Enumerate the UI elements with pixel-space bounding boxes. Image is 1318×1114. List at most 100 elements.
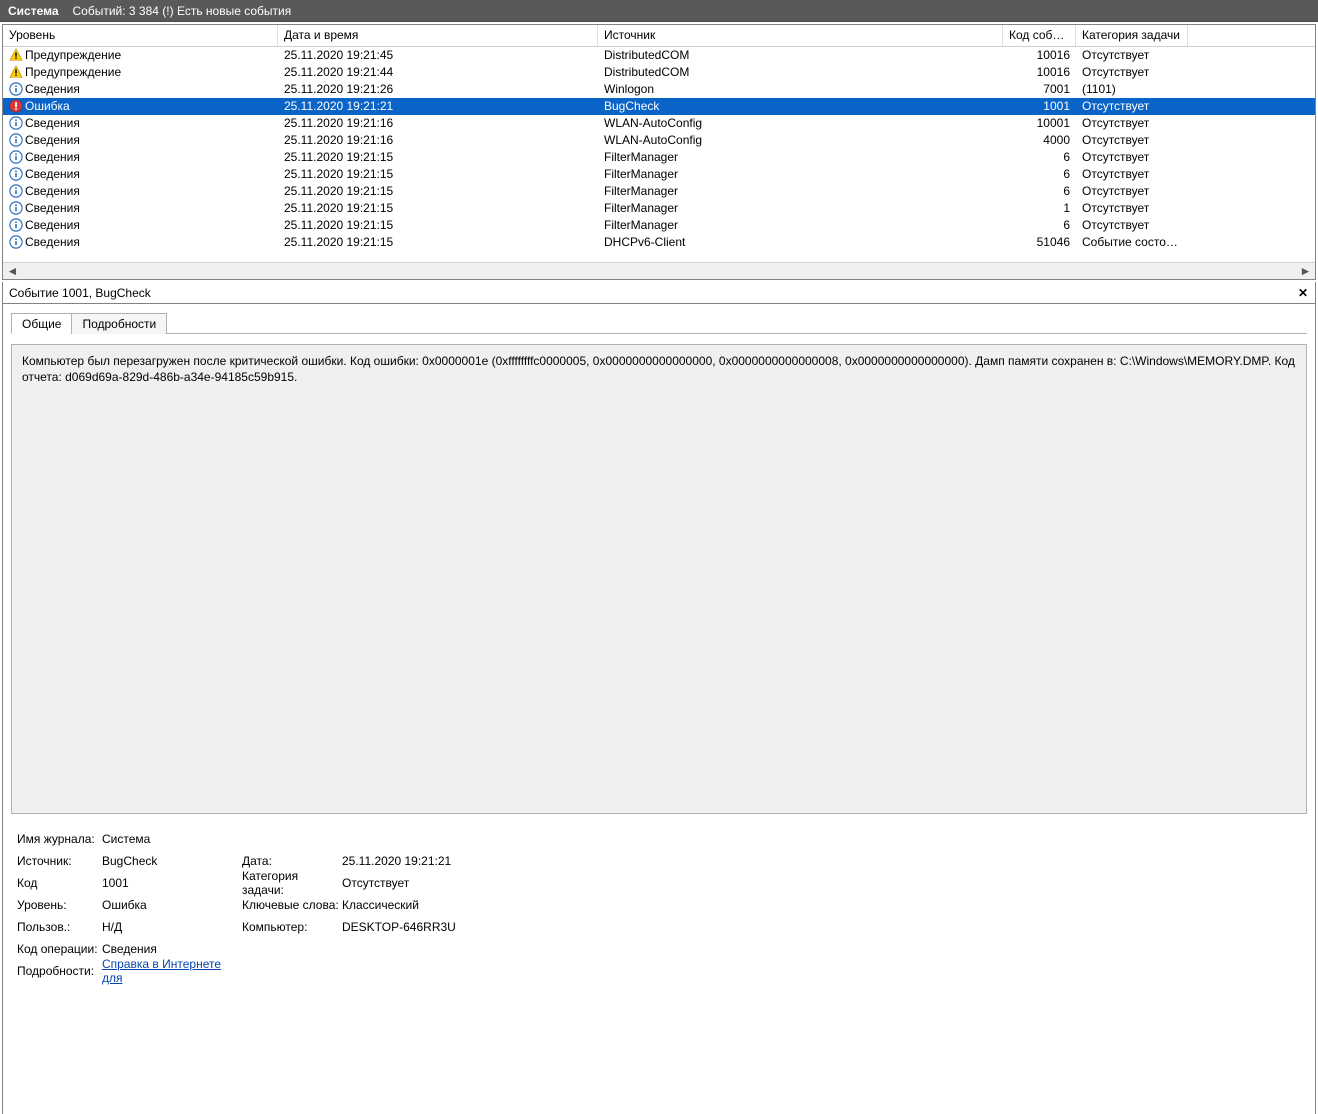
table-row[interactable]: Сведения 25.11.2020 19:21:15DHCPv6-Client…: [3, 234, 1315, 251]
col-header-date[interactable]: Дата и время: [278, 25, 598, 46]
info-icon: [9, 218, 23, 232]
cell-id: 6: [1003, 183, 1076, 200]
prop-date-label: Дата:: [242, 854, 342, 868]
prop-date-value: 25.11.2020 19:21:21: [342, 854, 542, 868]
table-row[interactable]: Предупреждение 25.11.2020 19:21:45Distrib…: [3, 47, 1315, 64]
cell-level: Ошибка: [25, 99, 70, 113]
table-row[interactable]: Предупреждение25.11.2020 19:21:44Distrib…: [3, 64, 1315, 81]
info-icon: [9, 167, 23, 181]
table-row[interactable]: Сведения 25.11.2020 19:21:15FilterManager…: [3, 217, 1315, 234]
cell-date: 25.11.2020 19:21:44: [278, 64, 598, 81]
cell-level: Сведения: [25, 150, 80, 164]
horizontal-scrollbar[interactable]: ◄ ►: [3, 262, 1315, 279]
cell-id: 7001: [1003, 81, 1076, 98]
cell-level: Сведения: [25, 167, 80, 181]
prop-user-label: Пользов.:: [17, 920, 102, 934]
table-row[interactable]: Сведения25.11.2020 19:21:16WLAN-AutoConf…: [3, 132, 1315, 149]
prop-logname-value: Система: [102, 832, 242, 846]
cell-cat: Отсутствует: [1076, 132, 1188, 149]
info-icon: [9, 184, 23, 198]
cell-date: 25.11.2020 19:21:16: [278, 132, 598, 149]
cell-cat: Отсутствует: [1076, 200, 1188, 217]
table-row[interactable]: Ошибка25.11.2020 19:21:21BugCheck1001Отс…: [3, 98, 1315, 115]
cell-date: 25.11.2020 19:21:15: [278, 166, 598, 183]
cell-level: Сведения: [25, 201, 80, 215]
cell-level: Сведения: [25, 235, 80, 249]
table-row[interactable]: Сведения 25.11.2020 19:21:15FilterManager…: [3, 149, 1315, 166]
table-row[interactable]: Сведения25.11.2020 19:21:15FilterManager…: [3, 166, 1315, 183]
online-help-link[interactable]: Справка в Интернете для: [102, 957, 242, 985]
cell-source: DistributedCOM: [598, 47, 1003, 64]
prop-cat-label: Категория задачи:: [242, 869, 342, 897]
prop-op-value: Сведения: [102, 942, 242, 956]
info-icon: [9, 235, 23, 249]
details-header: Событие 1001, BugCheck ✕: [2, 282, 1316, 304]
cell-date: 25.11.2020 19:21:16: [278, 115, 598, 132]
prop-source-value: BugCheck: [102, 854, 242, 868]
cell-cat: Отсутствует: [1076, 166, 1188, 183]
cell-level: Сведения: [25, 218, 80, 232]
close-icon[interactable]: ✕: [1295, 285, 1311, 301]
cell-source: BugCheck: [598, 98, 1003, 115]
event-count-status: Событий: 3 384 (!) Есть новые события: [73, 0, 292, 21]
scroll-left-icon[interactable]: ◄: [5, 265, 20, 278]
cell-date: 25.11.2020 19:21:45: [278, 47, 598, 64]
event-table: Уровень Дата и время Источник Код событи…: [2, 24, 1316, 280]
prop-comp-value: DESKTOP-646RR3U: [342, 920, 542, 934]
cell-id: 10016: [1003, 47, 1076, 64]
cell-level: Сведения: [25, 116, 80, 130]
col-header-source[interactable]: Источник: [598, 25, 1003, 46]
cell-level: Сведения: [25, 184, 80, 198]
info-icon: [9, 116, 23, 130]
warning-icon: [9, 65, 23, 79]
cell-source: FilterManager: [598, 149, 1003, 166]
table-row[interactable]: Сведения 25.11.2020 19:21:15FilterManager…: [3, 200, 1315, 217]
table-row[interactable]: Сведения25.11.2020 19:21:15FilterManager…: [3, 183, 1315, 200]
cell-date: 25.11.2020 19:21:15: [278, 234, 598, 251]
prop-more-label: Подробности:: [17, 964, 102, 978]
cell-level: Сведения: [25, 133, 80, 147]
cell-cat: Отсутствует: [1076, 47, 1188, 64]
cell-id: 1: [1003, 200, 1076, 217]
prop-op-label: Код операции:: [17, 942, 102, 956]
table-header: Уровень Дата и время Источник Код событи…: [3, 25, 1315, 47]
col-header-level[interactable]: Уровень: [3, 25, 278, 46]
cell-cat: Отсутствует: [1076, 217, 1188, 234]
tab-general[interactable]: Общие: [11, 313, 72, 334]
cell-cat: Событие состояния с: [1076, 234, 1188, 251]
table-body[interactable]: Предупреждение 25.11.2020 19:21:45Distrib…: [3, 47, 1315, 262]
prop-code-label: Код: [17, 876, 102, 890]
event-description: Компьютер был перезагружен после критиче…: [11, 344, 1307, 814]
cell-id: 10001: [1003, 115, 1076, 132]
tab-details[interactable]: Подробности: [71, 313, 167, 334]
prop-level-value: Ошибка: [102, 898, 242, 912]
table-row[interactable]: Сведения25.11.2020 19:21:26Winlogon7001(…: [3, 81, 1315, 98]
cell-level: Предупреждение: [25, 48, 121, 62]
cell-id: 6: [1003, 217, 1076, 234]
cell-cat: Отсутствует: [1076, 183, 1188, 200]
details-header-text: Событие 1001, BugCheck: [9, 286, 151, 300]
cell-id: 6: [1003, 166, 1076, 183]
cell-source: FilterManager: [598, 183, 1003, 200]
cell-id: 4000: [1003, 132, 1076, 149]
scroll-right-icon[interactable]: ►: [1298, 265, 1313, 278]
prop-code-value: 1001: [102, 876, 242, 890]
cell-cat: (1101): [1076, 81, 1188, 98]
cell-source: FilterManager: [598, 200, 1003, 217]
info-icon: [9, 150, 23, 164]
cell-level: Предупреждение: [25, 65, 121, 79]
tab-strip: Общие Подробности: [11, 312, 1307, 334]
table-row[interactable]: Сведения25.11.2020 19:21:16WLAN-AutoConf…: [3, 115, 1315, 132]
cell-date: 25.11.2020 19:21:15: [278, 149, 598, 166]
col-header-id[interactable]: Код события: [1003, 25, 1076, 46]
col-header-cat[interactable]: Категория задачи: [1076, 25, 1188, 46]
cell-date: 25.11.2020 19:21:15: [278, 200, 598, 217]
cell-date: 25.11.2020 19:21:21: [278, 98, 598, 115]
cell-date: 25.11.2020 19:21:15: [278, 217, 598, 234]
prop-keyw-value: Классический: [342, 898, 542, 912]
cell-source: FilterManager: [598, 217, 1003, 234]
prop-level-label: Уровень:: [17, 898, 102, 912]
cell-source: DHCPv6-Client: [598, 234, 1003, 251]
error-icon: [9, 99, 23, 113]
cell-id: 6: [1003, 149, 1076, 166]
